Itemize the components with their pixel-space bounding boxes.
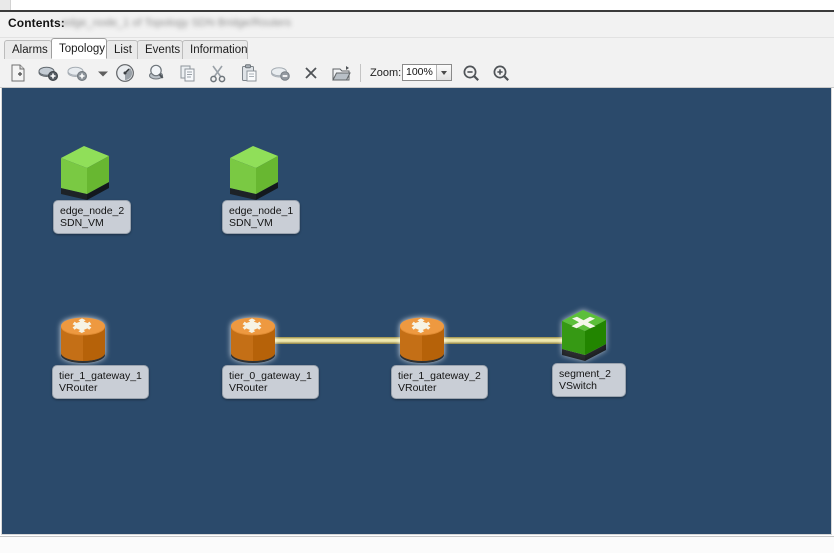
node-type: SDN_VM — [60, 217, 124, 229]
sdn-vm-icon — [53, 140, 115, 202]
window-bottom-strip — [0, 536, 834, 553]
node-name: tier_1_gateway_2 — [398, 370, 481, 382]
node-label[interactable]: edge_node_2SDN_VM — [53, 200, 131, 234]
paste-icon[interactable] — [238, 62, 260, 84]
node-name: tier_1_gateway_1 — [59, 370, 142, 382]
contents-bar: Contents: edge_node_1 of Topology SDN Br… — [0, 12, 834, 38]
chevron-down-icon[interactable] — [436, 65, 451, 80]
tab-alarms[interactable]: Alarms — [4, 40, 52, 59]
node-name: tier_0_gateway_1 — [229, 370, 312, 382]
tab-label: List — [114, 44, 132, 56]
chevron-down-icon[interactable] — [92, 62, 114, 84]
node-name: edge_node_2 — [60, 205, 124, 217]
node-type: VSwitch — [559, 380, 619, 392]
add-node-icon[interactable] — [37, 62, 59, 84]
tab-label: Information — [190, 44, 248, 56]
tab-topology[interactable]: Topology — [51, 38, 107, 59]
tab-events[interactable]: Events — [137, 40, 183, 59]
topology-window: Contents: edge_node_1 of Topology SDN Br… — [0, 0, 834, 552]
node-type: VRouter — [398, 382, 481, 394]
node-type: SDN_VM — [229, 217, 293, 229]
magnify-node-icon[interactable] — [145, 62, 167, 84]
zoom-out-icon[interactable] — [460, 62, 482, 84]
remove-link-icon[interactable] — [269, 62, 291, 84]
tab-label: Topology — [59, 43, 105, 55]
sdn-vm-icon — [222, 140, 284, 202]
copy-icon[interactable] — [177, 62, 199, 84]
node-label[interactable]: tier_1_gateway_1VRouter — [52, 365, 149, 399]
toolbar-separator — [360, 64, 361, 82]
topology-canvas[interactable]: edge_node_2SDN_VM edge_node_1SDN_VM — [1, 88, 832, 535]
vrouter-icon — [222, 305, 284, 367]
node-type: VRouter — [229, 382, 312, 394]
open-folder-icon[interactable] — [330, 62, 352, 84]
node-label[interactable]: segment_2VSwitch — [552, 363, 626, 397]
vswitch-icon — [552, 303, 614, 365]
close-icon[interactable] — [300, 62, 322, 84]
node-type: VRouter — [59, 382, 142, 394]
zoom-level-select[interactable]: 100% — [402, 64, 452, 81]
new-document-icon[interactable] — [7, 62, 29, 84]
tab-label: Alarms — [12, 44, 48, 56]
node-name: segment_2 — [559, 368, 611, 380]
cut-icon[interactable] — [207, 62, 229, 84]
toolbar: Zoom: 100% — [0, 59, 834, 88]
contents-label: Contents: — [8, 16, 65, 30]
node-label[interactable]: edge_node_1SDN_VM — [222, 200, 300, 234]
zoom-in-icon[interactable] — [490, 62, 512, 84]
layout-icon[interactable] — [114, 62, 136, 84]
node-label[interactable]: tier_1_gateway_2VRouter — [391, 365, 488, 399]
tab-list[interactable]: List — [106, 40, 138, 59]
zoom-level-value: 100% — [406, 66, 433, 78]
zoom-label: Zoom: — [370, 67, 401, 79]
add-link-icon[interactable] — [66, 62, 88, 84]
vrouter-icon — [52, 305, 114, 367]
tab-strip: Alarms Topology List Events Information — [0, 38, 834, 60]
vrouter-icon — [391, 305, 453, 367]
node-label[interactable]: tier_0_gateway_1VRouter — [222, 365, 319, 399]
contents-value-redacted: edge_node_1 of Topology SDN Bridge/Route… — [62, 17, 291, 29]
node-name: edge_node_1 — [229, 205, 293, 217]
tab-information[interactable]: Information — [182, 40, 248, 59]
tab-label: Events — [145, 44, 180, 56]
